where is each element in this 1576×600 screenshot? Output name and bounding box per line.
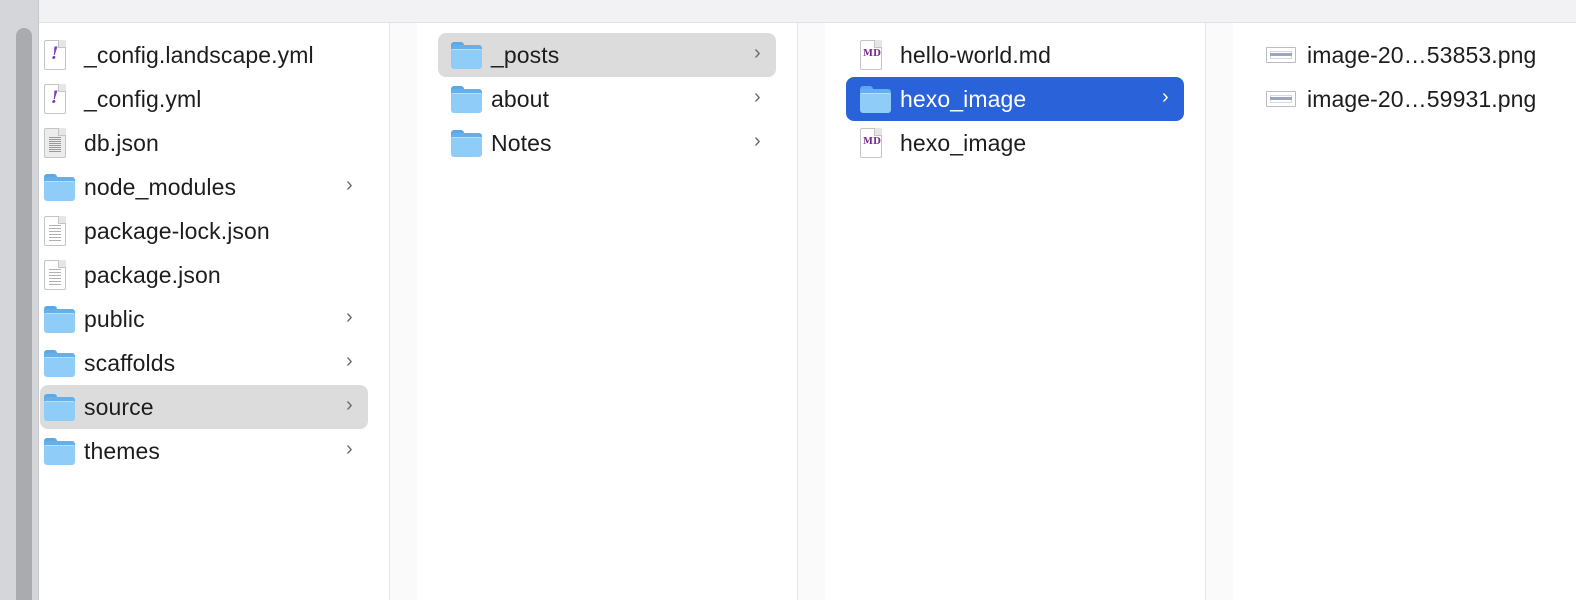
- scrollbar-thumb[interactable]: [16, 28, 32, 600]
- file-row[interactable]: package-lock.json: [40, 209, 368, 253]
- markdown-file-icon: MD: [860, 40, 882, 70]
- folder-row[interactable]: scaffolds ›: [40, 341, 368, 385]
- file-row[interactable]: image-20…59931.png: [1254, 77, 1576, 121]
- item-label: themes: [84, 437, 161, 464]
- folder-row[interactable]: about ›: [438, 77, 776, 121]
- item-label: _posts: [491, 41, 560, 68]
- document-icon: [44, 260, 66, 290]
- folder-icon: [451, 42, 482, 69]
- chevron-right-icon: ›: [754, 42, 761, 64]
- item-label: package-lock.json: [84, 217, 270, 244]
- item-label: db.json: [84, 129, 159, 156]
- folder-row[interactable]: hexo_image ›: [846, 77, 1184, 121]
- chevron-right-icon: ›: [1162, 86, 1169, 108]
- chevron-right-icon: ›: [754, 130, 761, 152]
- window-edge-scrollbar[interactable]: [0, 0, 39, 600]
- file-row[interactable]: ! _config.landscape.yml: [40, 33, 368, 77]
- item-label: hexo_image: [900, 85, 1027, 112]
- item-label: scaffolds: [84, 349, 176, 376]
- file-row[interactable]: image-20…53853.png: [1254, 33, 1576, 77]
- file-row[interactable]: ! _config.yml: [40, 77, 368, 121]
- chevron-right-icon: ›: [346, 174, 353, 196]
- folder-icon: [44, 394, 75, 421]
- folder-icon: [44, 306, 75, 333]
- item-label: Notes: [491, 129, 552, 156]
- folder-row[interactable]: Notes ›: [438, 121, 776, 165]
- markdown-file-icon: MD: [860, 128, 882, 158]
- item-label: source: [84, 393, 154, 420]
- file-row[interactable]: package.json: [40, 253, 368, 297]
- file-row[interactable]: MD hello-world.md: [846, 33, 1184, 77]
- folder-icon: [44, 350, 75, 377]
- folder-icon: [860, 86, 891, 113]
- item-label: hello-world.md: [900, 41, 1051, 68]
- folder-icon: [451, 86, 482, 113]
- file-row[interactable]: MD hexo_image: [846, 121, 1184, 165]
- item-label: public: [84, 305, 145, 332]
- image-thumbnail-icon: [1266, 91, 1296, 107]
- folder-row[interactable]: node_modules ›: [40, 165, 368, 209]
- column-resize-divider[interactable]: [389, 23, 418, 600]
- item-label: about: [491, 85, 550, 112]
- folder-row[interactable]: public ›: [40, 297, 368, 341]
- folder-icon: [44, 438, 75, 465]
- item-label: _config.yml: [84, 85, 202, 112]
- yaml-file-icon: !: [44, 84, 66, 114]
- item-label: node_modules: [84, 173, 237, 200]
- item-label: image-20…53853.png: [1307, 41, 1537, 68]
- chevron-right-icon: ›: [346, 306, 353, 328]
- chevron-right-icon: ›: [346, 438, 353, 460]
- column-resize-divider[interactable]: [1205, 23, 1234, 600]
- item-label: image-20…59931.png: [1307, 85, 1537, 112]
- folder-row[interactable]: _posts ›: [438, 33, 776, 77]
- document-icon: [44, 216, 66, 246]
- folder-icon: [451, 130, 482, 157]
- file-row[interactable]: db.json: [40, 121, 368, 165]
- column-header-bar: [39, 0, 1576, 23]
- item-label: _config.landscape.yml: [84, 41, 314, 68]
- folder-row[interactable]: source ›: [40, 385, 368, 429]
- item-label: package.json: [84, 261, 221, 288]
- column-resize-divider[interactable]: [797, 23, 826, 600]
- json-file-icon: [44, 128, 66, 158]
- image-thumbnail-icon: [1266, 47, 1296, 63]
- chevron-right-icon: ›: [754, 86, 761, 108]
- chevron-right-icon: ›: [346, 350, 353, 372]
- yaml-file-icon: !: [44, 40, 66, 70]
- folder-row[interactable]: themes ›: [40, 429, 368, 473]
- chevron-right-icon: ›: [346, 394, 353, 416]
- item-label: hexo_image: [900, 129, 1027, 156]
- folder-icon: [44, 174, 75, 201]
